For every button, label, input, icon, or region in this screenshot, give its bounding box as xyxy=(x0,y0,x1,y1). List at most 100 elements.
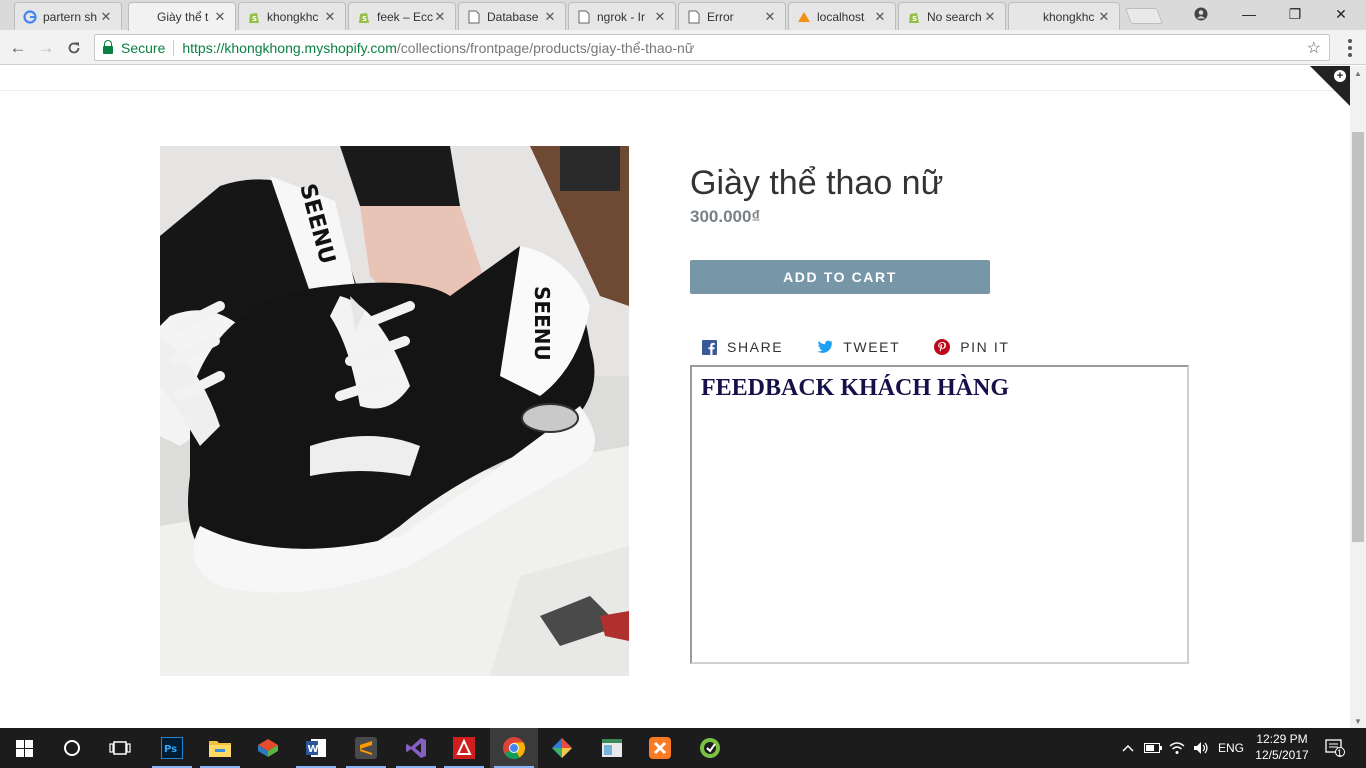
close-icon[interactable]: ✕ xyxy=(99,9,113,25)
page-scrollbar[interactable]: ▲ ▼ xyxy=(1350,66,1366,728)
shopify-icon: S xyxy=(247,10,261,24)
secure-label: Secure xyxy=(121,39,166,56)
volume-icon[interactable] xyxy=(1190,728,1212,768)
restore-button[interactable]: ❐ xyxy=(1272,0,1318,28)
sublime-icon[interactable] xyxy=(342,728,390,768)
svg-text:S: S xyxy=(252,15,257,23)
browser-toolbar: ← → Secure https://khongkhong.myshopify.… xyxy=(0,30,1366,65)
tab-0[interactable]: partern sh ✕ xyxy=(14,2,122,30)
page-content: + SEENU SEENU Giày thể thao nữ 300.000₫ … xyxy=(0,66,1350,728)
close-icon[interactable]: ✕ xyxy=(1097,9,1111,25)
page-icon xyxy=(467,10,481,24)
close-icon[interactable]: ✕ xyxy=(543,9,557,25)
xampp-icon[interactable] xyxy=(636,728,684,768)
app-icon[interactable] xyxy=(588,728,636,768)
plus-icon[interactable]: + xyxy=(1334,70,1346,82)
page-icon xyxy=(687,10,701,24)
product-title: Giày thể thao nữ xyxy=(690,164,944,202)
tab-4[interactable]: Database ✕ xyxy=(458,2,566,30)
wifi-icon[interactable] xyxy=(1166,728,1188,768)
tab-title: khongkhc xyxy=(267,9,319,24)
svg-text:Ps: Ps xyxy=(164,744,177,755)
tab-title: Database xyxy=(487,9,539,24)
tab-2[interactable]: S khongkhc ✕ xyxy=(238,2,346,30)
tab-title: partern sh xyxy=(43,9,98,24)
tab-8[interactable]: S No search ✕ xyxy=(898,2,1006,30)
close-icon[interactable]: ✕ xyxy=(983,9,997,25)
system-clock[interactable]: 12:29 PM 12/5/2017 xyxy=(1252,731,1312,763)
back-button[interactable]: ← xyxy=(6,36,30,60)
notification-center-icon[interactable]: 1 xyxy=(1318,728,1352,768)
task-view-icon[interactable] xyxy=(96,728,144,768)
tray-chevron-up-icon[interactable] xyxy=(1118,728,1138,768)
tab-title: localhost xyxy=(817,9,865,24)
share-facebook-link[interactable]: SHARE xyxy=(702,339,783,355)
tab-title: Error xyxy=(707,9,734,24)
sketchup-icon[interactable] xyxy=(244,728,292,768)
reload-icon xyxy=(68,42,80,54)
google-icon xyxy=(23,9,37,24)
battery-icon[interactable] xyxy=(1142,728,1164,768)
share-pinterest-link[interactable]: PIN IT xyxy=(934,339,1009,355)
close-window-button[interactable]: ✕ xyxy=(1318,0,1364,28)
tab-1[interactable]: Giày thể t ✕ xyxy=(128,2,236,31)
reload-button[interactable] xyxy=(62,36,86,60)
close-icon[interactable]: ✕ xyxy=(653,9,667,25)
clock-time: 12:29 PM xyxy=(1256,732,1308,746)
tab-5[interactable]: ngrok - Ir ✕ xyxy=(568,2,676,30)
feedback-title: FEEDBACK KHÁCH HÀNG xyxy=(701,375,1010,401)
close-icon[interactable]: ✕ xyxy=(433,9,447,25)
acrobat-icon[interactable] xyxy=(440,728,488,768)
windows-start-icon[interactable] xyxy=(0,728,48,768)
chrome-icon[interactable] xyxy=(490,728,538,768)
profile-icon[interactable] xyxy=(1178,0,1224,28)
shopify-icon: S xyxy=(357,10,371,24)
file-explorer-icon[interactable] xyxy=(196,728,244,768)
svg-text:S: S xyxy=(362,15,367,23)
page-icon xyxy=(577,10,591,24)
scroll-down-arrow-icon[interactable]: ▼ xyxy=(1350,714,1366,728)
tab-title: Giày thể t xyxy=(157,10,209,24)
minimize-button[interactable]: — xyxy=(1226,0,1272,28)
url-path: /collections/frontpage/products/giay-thể… xyxy=(396,39,695,56)
sneaker-illustration: SEENU SEENU xyxy=(160,146,629,676)
app-green-icon[interactable] xyxy=(686,728,734,768)
tab-9[interactable]: khongkhc ✕ xyxy=(1008,2,1120,30)
twitter-icon xyxy=(817,340,833,354)
lock-icon xyxy=(103,39,113,54)
add-to-cart-button[interactable]: ADD TO CART xyxy=(690,260,990,294)
scroll-up-arrow-icon[interactable]: ▲ xyxy=(1350,66,1366,80)
bookmark-star-icon[interactable]: ☆ xyxy=(1307,38,1321,58)
feedback-embed[interactable]: FEEDBACK KHÁCH HÀNG xyxy=(690,365,1189,664)
social-share: SHARE TWEET PIN IT xyxy=(702,339,1044,355)
close-icon[interactable]: ✕ xyxy=(213,9,227,25)
share-pinterest-label: PIN IT xyxy=(960,339,1010,355)
pinterest-icon xyxy=(934,339,951,355)
clock-date: 12/5/2017 xyxy=(1255,748,1309,762)
url-host: https://khongkhong.myshopify.com xyxy=(182,39,397,56)
cortana-icon[interactable] xyxy=(48,728,96,768)
address-bar[interactable]: Secure https://khongkhong.myshopify.com … xyxy=(94,34,1330,61)
browser-menu-button[interactable] xyxy=(1340,36,1360,60)
visual-studio-icon[interactable] xyxy=(392,728,440,768)
tab-3[interactable]: S feek – Ecc ✕ xyxy=(348,2,456,30)
tab-title: No search xyxy=(927,9,982,24)
tab-7[interactable]: localhost ✕ xyxy=(788,2,896,30)
new-tab-button[interactable] xyxy=(1125,8,1163,24)
share-facebook-label: SHARE xyxy=(727,339,784,355)
scroll-thumb[interactable] xyxy=(1352,132,1364,542)
photoshop-icon[interactable]: Ps xyxy=(148,728,196,768)
svg-text:S: S xyxy=(912,15,917,23)
language-indicator[interactable]: ENG xyxy=(1214,728,1248,768)
close-icon[interactable]: ✕ xyxy=(873,9,887,25)
product-image[interactable]: SEENU SEENU xyxy=(160,146,629,676)
image-brand-text-front: SEENU xyxy=(530,286,554,361)
word-icon[interactable]: W xyxy=(292,728,340,768)
tab-6[interactable]: Error ✕ xyxy=(678,2,786,30)
sourcetree-icon[interactable] xyxy=(538,728,586,768)
close-icon[interactable]: ✕ xyxy=(323,9,337,25)
close-icon[interactable]: ✕ xyxy=(763,9,777,25)
share-twitter-link[interactable]: TWEET xyxy=(817,339,900,355)
forward-button[interactable]: → xyxy=(34,36,58,60)
shopify-icon: S xyxy=(907,10,921,24)
